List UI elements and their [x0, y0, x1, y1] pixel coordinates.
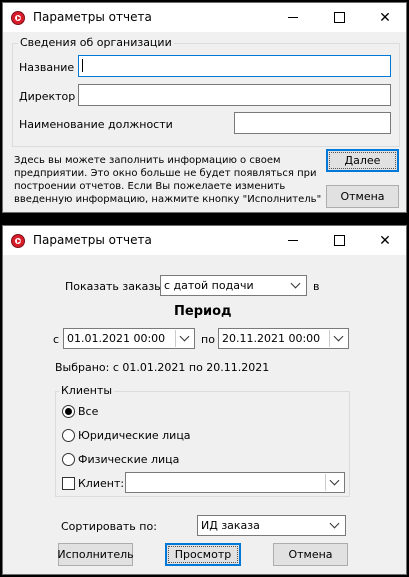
radio-all-label[interactable]: Все: [78, 405, 98, 418]
close-icon[interactable]: ✕: [362, 3, 408, 32]
to-label: по: [201, 333, 215, 346]
sort-select[interactable]: ИД заказа: [197, 515, 346, 536]
chevron-down-icon: [287, 277, 304, 294]
name-label: Название: [19, 61, 75, 74]
selected-period-text: Выбрано: с 01.01.2021 по 20.11.2021: [55, 361, 270, 374]
chevron-down-icon[interactable]: [175, 330, 192, 347]
window-title: Параметры отчета: [33, 233, 152, 247]
client-checkbox[interactable]: [62, 477, 75, 490]
show-orders-value: с датой подачи: [164, 279, 254, 292]
radio-individuals[interactable]: [62, 453, 75, 466]
radio-all[interactable]: [62, 405, 75, 418]
to-date-value: 20.11.2021 00:00: [222, 332, 321, 345]
period-title: Период: [174, 304, 232, 319]
show-orders-select[interactable]: с датой подачи: [160, 275, 307, 296]
in-label: в: [313, 280, 320, 293]
radio-legal-entities[interactable]: [62, 429, 75, 442]
report-params-dialog: Параметры отчета ✕ Показать заказы с дат…: [2, 225, 407, 575]
cancel-button[interactable]: Отмена: [273, 543, 348, 566]
executor-button[interactable]: Исполнитель: [57, 543, 134, 566]
radio-legal-label[interactable]: Юридические лица: [78, 429, 191, 442]
title-bar[interactable]: Параметры отчета ✕: [3, 226, 406, 255]
to-date-picker[interactable]: 20.11.2021 00:00: [218, 328, 349, 349]
app-icon: [11, 11, 25, 25]
org-info-dialog: Параметры отчета ✕ Сведения об организац…: [2, 2, 407, 213]
minimize-icon[interactable]: [270, 3, 316, 32]
position-field[interactable]: [234, 112, 391, 134]
next-button[interactable]: Далее: [326, 149, 399, 172]
chevron-down-icon: [326, 517, 343, 534]
app-icon: [11, 234, 25, 248]
close-icon[interactable]: ✕: [362, 226, 408, 255]
client-select[interactable]: [125, 472, 345, 493]
radio-individuals-label[interactable]: Физические лица: [78, 453, 179, 466]
sort-value: ИД заказа: [201, 519, 260, 532]
maximize-icon[interactable]: [316, 3, 362, 32]
position-label: Наименование должности: [19, 118, 173, 131]
from-date-picker[interactable]: 01.01.2021 00:00: [63, 328, 195, 349]
minimize-icon[interactable]: [270, 226, 316, 255]
chevron-down-icon[interactable]: [325, 474, 342, 491]
cancel-button[interactable]: Отмена: [326, 185, 399, 208]
view-button[interactable]: Просмотр: [165, 543, 241, 566]
group-label: Сведения об организации: [18, 36, 174, 49]
from-label: с: [53, 333, 60, 346]
clients-group-label: Клиенты: [59, 384, 115, 397]
title-bar[interactable]: Параметры отчета ✕: [3, 3, 406, 32]
client-checkbox-label[interactable]: Клиент:: [78, 477, 124, 490]
show-orders-label: Показать заказы: [65, 280, 163, 293]
director-label: Директор: [19, 90, 76, 103]
window-title: Параметры отчета: [33, 10, 152, 24]
text-caret: [82, 59, 83, 72]
chevron-down-icon[interactable]: [329, 330, 346, 347]
director-field[interactable]: [78, 84, 391, 106]
name-field[interactable]: [78, 55, 391, 77]
from-date-value: 01.01.2021 00:00: [67, 332, 166, 345]
sort-label: Сортировать по:: [61, 520, 157, 533]
info-text: Здесь вы можете заполнить информацию о с…: [14, 155, 322, 205]
maximize-icon[interactable]: [316, 226, 362, 255]
